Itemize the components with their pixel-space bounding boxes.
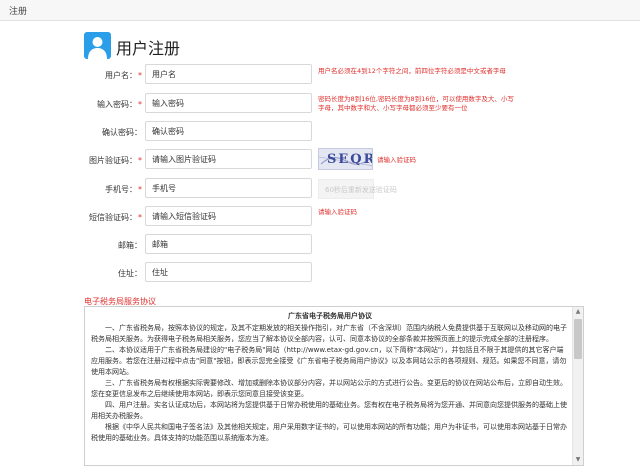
- agreement-paragraph: 二、本协议适用于广东省税务局建设的"电子税务局"网站（http://www.et…: [91, 346, 567, 376]
- sms-hint: 请输入验证码: [318, 208, 357, 216]
- agreement-scrollbar[interactable]: ▲ ▼: [572, 307, 583, 465]
- phone-label: 手机号：: [105, 185, 137, 194]
- required-mark: *: [138, 71, 142, 80]
- address-label: 住址：: [118, 269, 142, 278]
- tab-register[interactable]: 注册: [9, 4, 27, 17]
- address-input[interactable]: [145, 262, 312, 282]
- password-input[interactable]: [145, 93, 312, 113]
- password-hint: 密码长度为8到16位,密码长度为8到16位，可以使用数字及大、小写字母，其中数字…: [318, 95, 514, 112]
- agreement-heading: 广东省电子税务局用户协议: [288, 312, 372, 320]
- user-icon: [84, 32, 111, 59]
- required-mark: *: [138, 100, 142, 109]
- captcha-image[interactable]: SEQR: [318, 148, 373, 170]
- required-mark: *: [138, 156, 142, 165]
- username-input[interactable]: [145, 64, 312, 84]
- scroll-down-icon[interactable]: ▼: [573, 455, 583, 465]
- agreement-paragraph: 一、广东省税务局，按照本协议的规定，及其不定期发放的相关操作指引，对广东省（不含…: [91, 324, 567, 343]
- email-input[interactable]: [145, 234, 312, 254]
- required-mark: *: [138, 185, 142, 194]
- agreement-box[interactable]: 广东省电子税务局用户协议 一、广东省税务局，按照本协议的规定，及其不定期发放的相…: [84, 306, 584, 466]
- email-label: 邮箱：: [118, 241, 142, 250]
- required-mark: *: [138, 213, 142, 222]
- agreement-paragraph: 四、用户注册。实名认证成功后，本网站将为您提供基于日常办税使用的基础业务。您有权…: [91, 401, 567, 420]
- agreement-paragraph: 根据《中华人民共和国电子签名法》及其他相关规定，用户采用数字证书的，可以使用本网…: [91, 423, 567, 442]
- agreement-paragraph: 三、广东省税务局有权根据实际需要修改、增加或删除本协议部分内容，并以网站公示的方…: [91, 379, 567, 398]
- send-sms-label: 60秒后重新发送验证码: [325, 186, 397, 194]
- sms-code-label: 短信验证码：: [89, 213, 137, 222]
- username-label: 用户名：: [105, 71, 137, 80]
- username-hint: 用户名必须在4到12个字符之间，前四位字符必须是中文或者字母: [318, 67, 506, 75]
- captcha-hint: 请输入验证码: [377, 156, 416, 164]
- tab-bar: 注册: [0, 0, 640, 21]
- confirm-password-input[interactable]: [145, 121, 312, 141]
- phone-input[interactable]: [145, 178, 312, 198]
- captcha-text: SEQR: [327, 152, 373, 167]
- captcha-label: 图片验证码：: [89, 156, 137, 165]
- page-title: 用户注册: [116, 39, 181, 58]
- scroll-thumb[interactable]: [574, 319, 582, 359]
- captcha-input[interactable]: [145, 149, 312, 169]
- password-label: 输入密码：: [97, 100, 137, 109]
- sms-code-input[interactable]: [145, 206, 312, 226]
- send-sms-button[interactable]: 60秒后重新发送验证码: [318, 179, 397, 199]
- agreement-content: 广东省电子税务局用户协议 一、广东省税务局，按照本协议的规定，及其不定期发放的相…: [91, 311, 569, 444]
- scroll-up-icon[interactable]: ▲: [573, 307, 583, 317]
- confirm-password-label: 确认密码：: [102, 128, 142, 137]
